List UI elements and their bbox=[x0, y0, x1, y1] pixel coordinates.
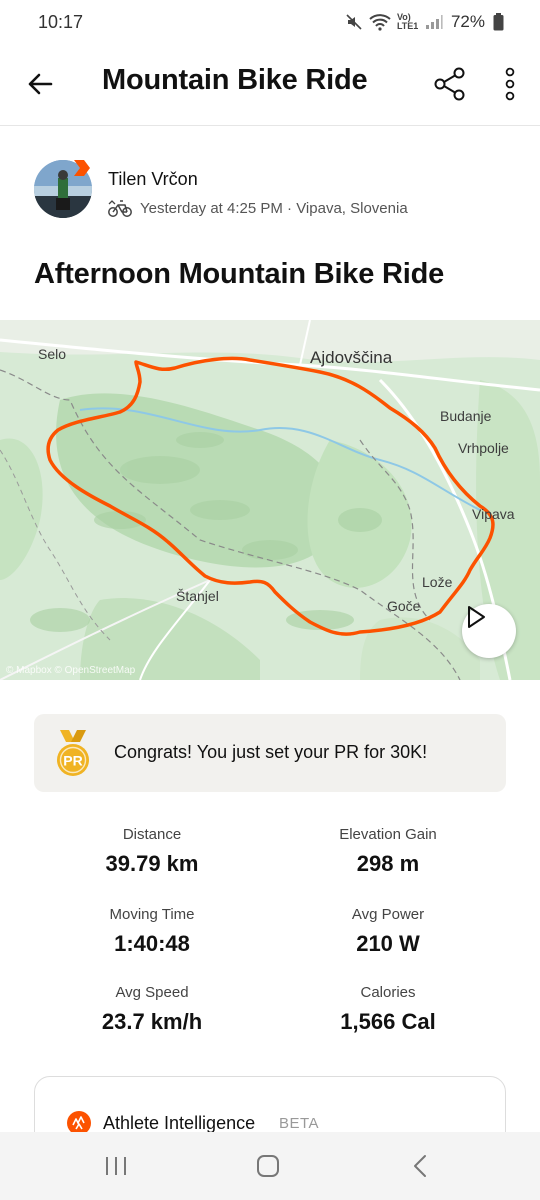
mute-icon bbox=[346, 14, 362, 30]
page-title: Mountain Bike Ride bbox=[102, 64, 368, 96]
athlete-header: Tilen Vrčon Yesterday at 4:25 PM · Vipav… bbox=[34, 160, 514, 222]
play-icon bbox=[468, 606, 485, 628]
home-icon bbox=[257, 1155, 279, 1177]
stat-label: Elevation Gain bbox=[339, 826, 437, 843]
wifi-icon bbox=[369, 14, 391, 31]
battery-percent: 72% bbox=[450, 12, 485, 31]
signal-icon bbox=[425, 15, 443, 29]
stat-value: 1:40:48 bbox=[114, 931, 190, 956]
back-button[interactable] bbox=[22, 66, 58, 102]
athlete-name[interactable]: Tilen Vrčon bbox=[108, 169, 198, 190]
stat-label: Distance bbox=[122, 826, 182, 843]
flyover-play-button[interactable] bbox=[462, 604, 516, 658]
map-label-stanjel: Štanjel bbox=[176, 588, 219, 604]
subscriber-badge-icon bbox=[74, 160, 90, 176]
more-options-button[interactable] bbox=[494, 64, 526, 104]
more-vertical-icon bbox=[505, 67, 515, 101]
recents-icon bbox=[106, 1157, 126, 1175]
stat-moving-time: Moving Time 1:40:48 bbox=[34, 906, 270, 957]
battery-icon bbox=[493, 13, 504, 31]
activity-title: Afternoon Mountain Bike Ride bbox=[34, 258, 445, 290]
map-label-vipava: Vipava bbox=[472, 506, 515, 522]
status-right: Vo) LTE1 72% bbox=[345, 12, 504, 32]
medal-label: PR bbox=[63, 753, 82, 769]
system-nav-bar bbox=[0, 1132, 540, 1200]
stat-calories: Calories 1,566 Cal bbox=[270, 984, 506, 1035]
status-time: 10:17 bbox=[38, 11, 84, 32]
stat-elevation-gain: Elevation Gain 298 m bbox=[270, 826, 506, 877]
map-label-goce: Goče bbox=[387, 598, 421, 614]
status-bar: 10:17 Vo) LTE1 72% bbox=[0, 0, 540, 44]
stat-avg-power: Avg Power 210 W bbox=[270, 906, 506, 957]
map-label-ajdovscina: Ajdovščina bbox=[310, 348, 393, 367]
stat-value: 1,566 Cal bbox=[340, 1009, 436, 1034]
athlete-intelligence-title: Athlete Intelligence bbox=[103, 1113, 256, 1133]
route-map[interactable]: Selo Ajdovščina Budanje Vrhpolje Vipava … bbox=[0, 320, 540, 680]
share-icon bbox=[434, 67, 465, 101]
home-button[interactable] bbox=[248, 1150, 288, 1182]
map-canvas bbox=[0, 320, 540, 680]
stat-value: 298 m bbox=[356, 851, 420, 876]
stat-distance: Distance 39.79 km bbox=[34, 826, 270, 877]
status-icons: Vo) LTE1 bbox=[345, 13, 443, 31]
stat-label: Avg Speed bbox=[115, 984, 189, 1001]
medal-icon: PR bbox=[57, 730, 89, 776]
map-label-loze: Lože bbox=[422, 574, 453, 590]
map-label-budanje: Budanje bbox=[440, 408, 492, 424]
stat-avg-speed: Avg Speed 23.7 km/h bbox=[34, 984, 270, 1035]
beta-badge: BETA bbox=[279, 1115, 320, 1132]
share-button[interactable] bbox=[430, 64, 470, 104]
athlete-meta: Yesterday at 4:25 PM · Vipava, Slovenia bbox=[108, 198, 408, 218]
athlete-meta-text: Yesterday at 4:25 PM · Vipava, Slovenia bbox=[140, 199, 408, 217]
back-icon bbox=[414, 1155, 426, 1177]
app-bar: Mountain Bike Ride bbox=[0, 44, 540, 126]
stat-label: Calories bbox=[360, 984, 416, 1001]
pr-banner[interactable]: PR Congrats! You just set your PR for 30… bbox=[34, 714, 506, 792]
map-label-selo: Selo bbox=[38, 346, 67, 362]
network-label: Vo) LTE1 bbox=[396, 12, 419, 31]
stat-value: 39.79 km bbox=[105, 851, 199, 876]
back-arrow-icon bbox=[28, 73, 53, 95]
system-back-button[interactable] bbox=[400, 1150, 440, 1182]
stat-label: Avg Power bbox=[351, 906, 425, 923]
map-label-vrhpolje: Vrhpolje bbox=[458, 440, 509, 456]
stat-value: 210 W bbox=[356, 931, 420, 956]
map-attribution[interactable]: © Mapbox © OpenStreetMap bbox=[6, 665, 135, 676]
recents-button[interactable] bbox=[96, 1150, 136, 1182]
mountain-bike-icon bbox=[108, 200, 132, 217]
pr-banner-text: Congrats! You just set your PR for 30K! bbox=[114, 742, 428, 762]
stat-label: Moving Time bbox=[109, 906, 195, 923]
stat-value: 23.7 km/h bbox=[101, 1009, 203, 1034]
